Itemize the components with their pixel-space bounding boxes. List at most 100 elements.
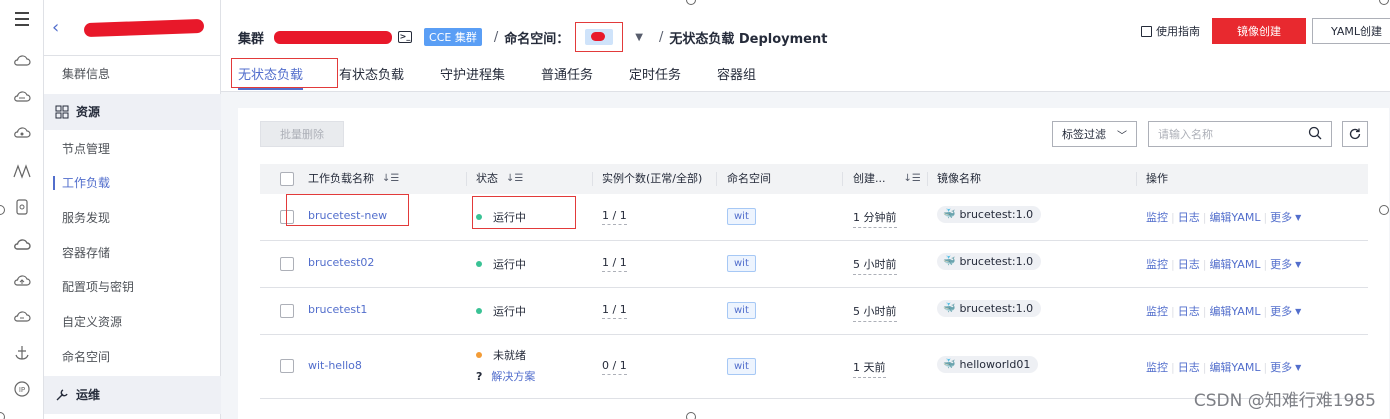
edit-yaml-link[interactable]: 编辑YAML: [1209, 303, 1260, 319]
header-actions: 使用指南 镜像创建 YAML创建: [1141, 18, 1390, 44]
instances-text: 1 / 1: [602, 303, 627, 319]
tab-jobs[interactable]: 普通任务: [541, 64, 593, 90]
ip-icon[interactable]: IP: [10, 378, 34, 400]
sidebar-item-service-discovery[interactable]: 服务发现: [44, 201, 221, 235]
database-icon[interactable]: [10, 122, 34, 144]
more-menu[interactable]: 更多: [1270, 303, 1292, 319]
sidebar-item-custom-resources[interactable]: 自定义资源: [44, 305, 221, 339]
created-cell: 5 小时前: [853, 256, 897, 275]
status-dot-icon: [476, 308, 482, 314]
page-title: 无状态负载 Deployment: [669, 31, 828, 47]
yaml-create-button[interactable]: YAML创建: [1312, 18, 1390, 44]
row-checkbox[interactable]: [280, 257, 294, 271]
guide-link[interactable]: 使用指南: [1141, 23, 1200, 39]
menu-icon[interactable]: [10, 8, 34, 30]
table-row: brucetest02 运行中 1 / 1 wit 5 小时前 🐳 brucete…: [260, 241, 1368, 288]
status-cell: 未就绪: [476, 347, 526, 363]
sidebar-item-label: 自定义资源: [62, 315, 123, 329]
select-all-checkbox[interactable]: [280, 164, 294, 194]
row-checkbox[interactable]: [280, 359, 294, 373]
log-link[interactable]: 日志: [1178, 256, 1200, 272]
sidebar-item-storage[interactable]: 容器存储: [44, 236, 221, 270]
search-icon[interactable]: [1308, 126, 1322, 143]
more-menu[interactable]: 更多: [1270, 256, 1292, 272]
sidebar-item-workloads[interactable]: 工作负载: [44, 166, 221, 200]
cloud-disk-icon[interactable]: [10, 86, 34, 108]
docker-whale-icon: 🐳: [943, 359, 956, 370]
namespace-select[interactable]: [575, 22, 624, 52]
sidebar-item-namespaces[interactable]: 命名空间: [44, 340, 221, 374]
tab-pods[interactable]: 容器组: [717, 64, 756, 90]
sidebar-item-configmaps-secrets[interactable]: 配置项与密钥: [44, 270, 221, 304]
refresh-button[interactable]: [1342, 121, 1368, 147]
sidebar-group-resources[interactable]: 资源: [44, 94, 221, 130]
column-label: 实例个数(正常/全部): [602, 172, 703, 185]
edit-yaml-link[interactable]: 编辑YAML: [1209, 209, 1260, 225]
redacted-namespace: [585, 29, 614, 45]
sort-icon[interactable]: ↓☰: [904, 164, 921, 194]
redacted-cluster-name: [83, 18, 205, 37]
sidebar-item-nodes[interactable]: 节点管理: [44, 132, 221, 166]
tab-daemonsets[interactable]: 守护进程集: [440, 64, 505, 90]
chevron-down-icon[interactable]: ▼: [635, 32, 643, 43]
workload-name-link[interactable]: brucetest02: [308, 256, 374, 269]
created-cell: 5 小时前: [853, 303, 897, 322]
more-menu[interactable]: 更多: [1270, 209, 1292, 225]
cloud-sync-icon[interactable]: [10, 306, 34, 328]
caret-down-icon: ▼: [1295, 259, 1302, 269]
workload-name-link[interactable]: brucetest1: [308, 303, 367, 316]
cloud-outline-icon[interactable]: [10, 234, 34, 256]
back-arrow-icon[interactable]: ‹: [52, 17, 68, 38]
column-header-name[interactable]: 工作负载名称 ↓☰: [308, 164, 399, 194]
log-link[interactable]: 日志: [1178, 359, 1200, 375]
column-label: 镜像名称: [937, 172, 981, 185]
column-label: 命名空间: [727, 172, 771, 185]
cloud-upload-icon[interactable]: [10, 270, 34, 292]
sort-icon[interactable]: ↓☰: [506, 164, 523, 194]
namespace-tag: wit: [727, 208, 756, 225]
mountain-icon[interactable]: [10, 160, 34, 182]
tab-label: 有状态负载: [339, 68, 405, 83]
terminal-icon[interactable]: >_: [398, 31, 413, 43]
column-header-status[interactable]: 状态 ↓☰: [476, 164, 523, 194]
tab-statefulsets[interactable]: 有状态负载: [339, 64, 404, 90]
image-text: brucetest:1.0: [959, 302, 1034, 315]
bulk-delete-button[interactable]: 批量删除: [260, 121, 344, 147]
column-label: 状态: [476, 172, 498, 185]
column-header-created[interactable]: 创建... ↓☰: [853, 164, 921, 194]
cloud-icon[interactable]: [10, 50, 34, 72]
breadcrumb: 集群 >_ CCE 集群 / 命名空间： ▼ / 无状态负载 Deploymen…: [238, 22, 827, 52]
log-link[interactable]: 日志: [1178, 209, 1200, 225]
created-text: 5 小时前: [853, 256, 897, 275]
label-filter-label: 标签过滤: [1062, 128, 1106, 141]
anchor-icon[interactable]: [10, 342, 34, 364]
search-input[interactable]: [1158, 127, 1308, 141]
svg-text:IP: IP: [19, 386, 25, 394]
created-text: 5 小时前: [853, 303, 897, 322]
sidebar-group-ops[interactable]: 运维: [44, 376, 221, 414]
sidebar-group-label: 资源: [76, 105, 101, 119]
log-link[interactable]: 日志: [1178, 303, 1200, 319]
edit-yaml-link[interactable]: 编辑YAML: [1209, 359, 1260, 375]
workload-name-link[interactable]: wit-hello8: [308, 359, 362, 372]
monitor-link[interactable]: 监控: [1146, 209, 1168, 225]
tab-deployments[interactable]: 无状态负载: [231, 58, 338, 90]
tab-cronjobs[interactable]: 定时任务: [629, 64, 681, 90]
tab-label: 容器组: [717, 68, 757, 83]
sidebar-item-cluster-info[interactable]: 集群信息: [44, 57, 221, 91]
sidebar-group-label: 运维: [76, 388, 101, 402]
more-menu[interactable]: 更多: [1270, 359, 1292, 375]
sort-icon[interactable]: ↓☰: [382, 164, 399, 194]
edit-yaml-link[interactable]: 编辑YAML: [1209, 256, 1260, 272]
monitor-link[interactable]: 监控: [1146, 359, 1168, 375]
row-checkbox[interactable]: [280, 304, 294, 318]
container-icon[interactable]: [10, 196, 34, 218]
monitor-link[interactable]: 监控: [1146, 303, 1168, 319]
monitor-link[interactable]: 监控: [1146, 256, 1168, 272]
column-label: 工作负载名称: [308, 172, 374, 185]
icon-rail: IP: [0, 0, 44, 419]
image-create-button[interactable]: 镜像创建: [1212, 18, 1306, 44]
solution-link[interactable]: 解决方案: [491, 368, 535, 384]
label-filter-button[interactable]: 标签过滤 ﹀: [1052, 121, 1137, 147]
created-cell: 1 分钟前: [853, 209, 897, 228]
